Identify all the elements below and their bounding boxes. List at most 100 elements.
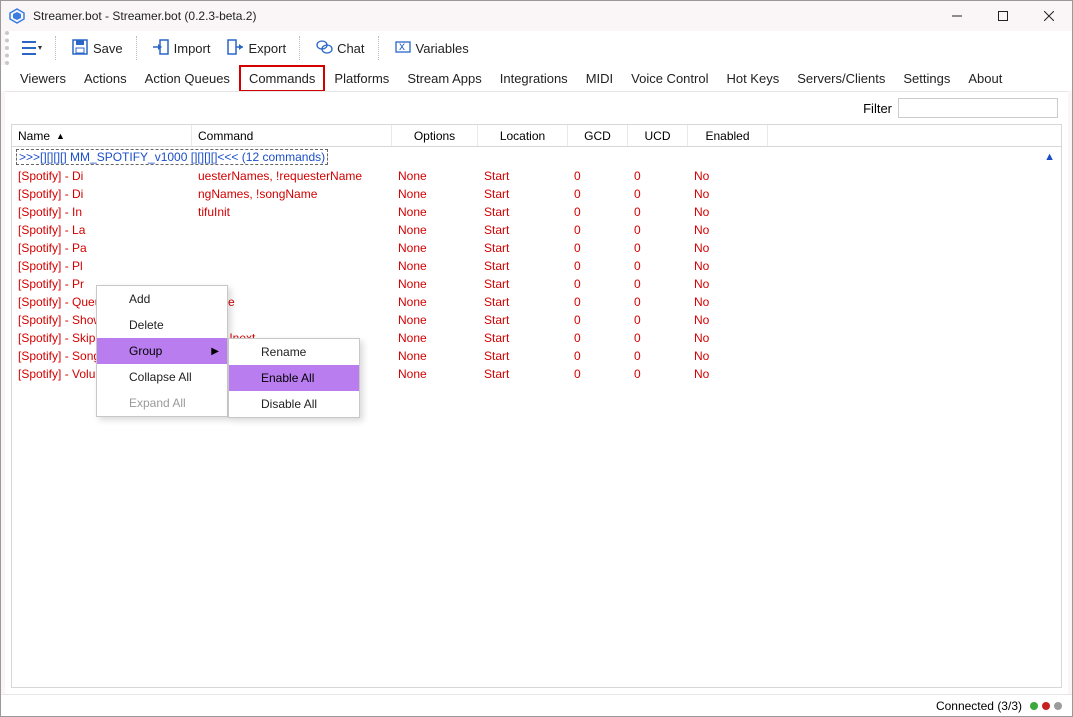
cell-location: Start [478, 275, 568, 293]
cell-options: None [392, 239, 478, 257]
menu-delete[interactable]: Delete [97, 312, 227, 338]
cell-options: None [392, 329, 478, 347]
cell-enabled: No [688, 311, 768, 329]
cell-enabled: No [688, 257, 768, 275]
cell-gcd: 0 [568, 329, 628, 347]
chat-button[interactable]: Chat [308, 34, 371, 62]
cell-gcd: 0 [568, 167, 628, 185]
column-command[interactable]: Command [192, 125, 392, 146]
column-options[interactable]: Options [392, 125, 478, 146]
context-menu: Add Delete Group▶ Collapse All Expand Al… [96, 285, 228, 417]
cell-location: Start [478, 257, 568, 275]
column-name-label: Name [18, 129, 50, 143]
cell-options: None [392, 257, 478, 275]
tab-hot-keys[interactable]: Hot Keys [717, 66, 788, 91]
group-header-row[interactable]: >>>[][][][] MM_SPOTIFY_v1000 [][][][]<<<… [12, 147, 1061, 167]
status-dot-gray [1054, 702, 1062, 710]
export-button[interactable]: Export [219, 34, 293, 62]
tab-servers-clients[interactable]: Servers/Clients [788, 66, 894, 91]
tab-platforms[interactable]: Platforms [325, 66, 398, 91]
cell-enabled: No [688, 275, 768, 293]
cell-location: Start [478, 221, 568, 239]
table-row[interactable]: [Spotify] - PaNoneStart00No [12, 239, 1061, 257]
save-icon [71, 38, 89, 59]
column-command-label: Command [198, 129, 253, 143]
chat-label: Chat [337, 41, 364, 56]
column-name[interactable]: Name ▲ [12, 125, 192, 146]
minimize-button[interactable] [934, 1, 980, 31]
maximize-button[interactable] [980, 1, 1026, 31]
tab-about[interactable]: About [959, 66, 1011, 91]
cell-enabled: No [688, 221, 768, 239]
cell-gcd: 0 [568, 365, 628, 383]
tab-actions[interactable]: Actions [75, 66, 136, 91]
toolbar-separator [136, 36, 139, 60]
commands-grid: Name ▲ Command Options Location GCD UCD E… [11, 124, 1062, 688]
column-location-label: Location [500, 129, 545, 143]
import-button[interactable]: Import [145, 34, 218, 62]
toolbar-separator [299, 36, 302, 60]
cell-ucd: 0 [628, 293, 688, 311]
column-gcd[interactable]: GCD [568, 125, 628, 146]
cell-gcd: 0 [568, 293, 628, 311]
cell-options: None [392, 293, 478, 311]
menu-group[interactable]: Group▶ [97, 338, 227, 364]
table-row[interactable]: [Spotify] - DingNames, !songNameNoneStar… [12, 185, 1061, 203]
main-tabstrip: ViewersActionsAction QueuesCommandsPlatf… [1, 65, 1072, 91]
cell-options: None [392, 203, 478, 221]
status-dot-green [1030, 702, 1038, 710]
collapse-icon[interactable]: ▲ [1044, 151, 1055, 163]
hamburger-menu[interactable] [13, 34, 49, 62]
tab-stream-apps[interactable]: Stream Apps [398, 66, 490, 91]
cell-enabled: No [688, 347, 768, 365]
cell-options: None [392, 347, 478, 365]
tab-settings[interactable]: Settings [894, 66, 959, 91]
tab-commands[interactable]: Commands [239, 65, 325, 92]
cell-location: Start [478, 365, 568, 383]
export-label: Export [248, 41, 286, 56]
filter-input[interactable] [898, 98, 1058, 118]
column-ucd[interactable]: UCD [628, 125, 688, 146]
cell-options: None [392, 365, 478, 383]
cell-gcd: 0 [568, 203, 628, 221]
variables-label: Variables [416, 41, 469, 56]
column-enabled[interactable]: Enabled [688, 125, 768, 146]
cell-options: None [392, 275, 478, 293]
cell-location: Start [478, 185, 568, 203]
save-button[interactable]: Save [64, 34, 130, 62]
import-label: Import [174, 41, 211, 56]
window-title: Streamer.bot - Streamer.bot (0.2.3-beta.… [33, 9, 256, 23]
column-enabled-label: Enabled [705, 129, 749, 143]
tab-voice-control[interactable]: Voice Control [622, 66, 717, 91]
menu-add[interactable]: Add [97, 286, 227, 312]
toolbar: Save Import Export Chat x Variables [5, 31, 1072, 65]
table-row[interactable]: [Spotify] - PlNoneStart00No [12, 257, 1061, 275]
cell-ucd: 0 [628, 257, 688, 275]
menu-disable-all[interactable]: Disable All [229, 391, 359, 417]
close-button[interactable] [1026, 1, 1072, 31]
cell-command [192, 257, 392, 275]
cell-name: [Spotify] - Di [12, 185, 192, 203]
menu-collapse-all[interactable]: Collapse All [97, 364, 227, 390]
sort-asc-icon: ▲ [56, 131, 65, 141]
cell-options: None [392, 311, 478, 329]
menu-expand-all-label: Expand All [129, 396, 186, 410]
filter-row: Filter [5, 92, 1068, 124]
menu-enable-all[interactable]: Enable All [229, 365, 359, 391]
tab-viewers[interactable]: Viewers [11, 66, 75, 91]
table-row[interactable]: [Spotify] - LaNoneStart00No [12, 221, 1061, 239]
cell-enabled: No [688, 293, 768, 311]
cell-enabled: No [688, 167, 768, 185]
cell-command: uesterNames, !requesterName [192, 167, 392, 185]
column-options-label: Options [414, 129, 455, 143]
table-row[interactable]: [Spotify] - IntifuInitNoneStart00No [12, 203, 1061, 221]
tab-action-queues[interactable]: Action Queues [136, 66, 239, 91]
menu-disable-all-label: Disable All [261, 397, 317, 411]
column-location[interactable]: Location [478, 125, 568, 146]
menu-rename[interactable]: Rename [229, 339, 359, 365]
tab-integrations[interactable]: Integrations [491, 66, 577, 91]
tab-midi[interactable]: MIDI [577, 66, 622, 91]
variables-button[interactable]: x Variables [387, 34, 476, 62]
menu-group-label: Group [129, 344, 162, 358]
table-row[interactable]: [Spotify] - DiuesterNames, !requesterNam… [12, 167, 1061, 185]
